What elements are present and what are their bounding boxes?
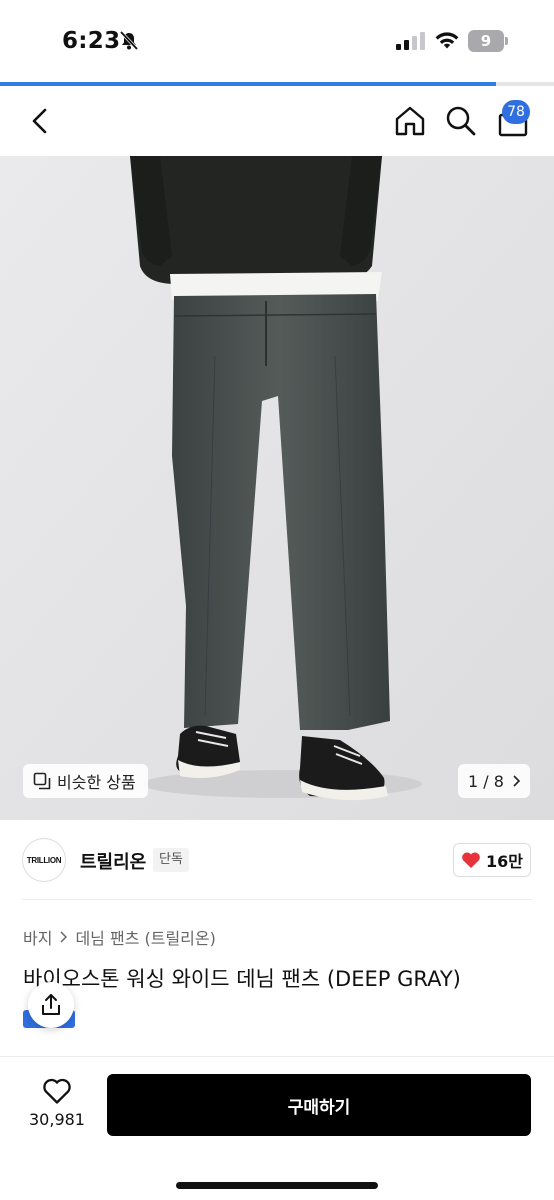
gallery-page-text: 1 / 8 xyxy=(468,771,504,791)
breadcrumb: 바지 데님 팬츠 (트릴리온) xyxy=(23,925,216,949)
status-bar: 6:23 9 xyxy=(0,0,554,82)
cellular-signal-icon xyxy=(396,32,425,50)
breadcrumb-subcategory[interactable]: 데님 팬츠 (트릴리온) xyxy=(75,925,215,949)
product-image-gallery[interactable] xyxy=(0,156,554,820)
battery-level: 9 xyxy=(480,32,492,50)
chevron-right-icon xyxy=(513,775,520,787)
exclusive-tag: 단독 xyxy=(153,848,189,872)
top-nav xyxy=(0,86,554,156)
breadcrumb-category[interactable]: 바지 xyxy=(23,925,52,949)
similar-products-icon xyxy=(33,772,51,790)
bottom-action-bar: 30,981 구매하기 xyxy=(0,1056,554,1200)
brand-like-count: 16만 xyxy=(486,852,523,871)
product-title: 바이오스톤 워싱 와이드 데님 팬츠 (DEEP GRAY) xyxy=(23,967,461,991)
wishlist-count: 30,981 xyxy=(29,1110,85,1129)
share-icon xyxy=(42,994,60,1015)
share-button[interactable] xyxy=(28,982,74,1028)
similar-products-button[interactable]: 비슷한 상품 xyxy=(23,764,148,798)
home-indicator xyxy=(176,1182,378,1189)
status-time: 6:23 xyxy=(62,28,121,54)
brand-like-button[interactable]: 16만 xyxy=(453,843,531,877)
bell-muted-icon xyxy=(119,30,139,51)
search-icon[interactable] xyxy=(444,104,478,138)
back-arrow-icon[interactable] xyxy=(26,106,54,136)
product-photo xyxy=(0,156,554,820)
heart-outline-icon[interactable] xyxy=(42,1077,72,1105)
buy-button[interactable]: 구매하기 xyxy=(107,1074,531,1136)
brand-name[interactable]: 트릴리온 xyxy=(80,848,146,874)
heart-filled-icon xyxy=(462,852,480,868)
brand-logo[interactable]: TRILLION xyxy=(22,838,66,882)
wifi-icon xyxy=(435,32,459,49)
battery-icon: 9 xyxy=(468,30,508,52)
section-divider xyxy=(22,899,532,900)
home-icon[interactable] xyxy=(393,104,427,138)
similar-products-label: 비슷한 상품 xyxy=(57,773,136,792)
gallery-page-indicator[interactable]: 1 / 8 xyxy=(458,764,530,798)
cart-count-badge: 78 xyxy=(502,100,530,124)
chevron-right-icon xyxy=(60,931,68,943)
